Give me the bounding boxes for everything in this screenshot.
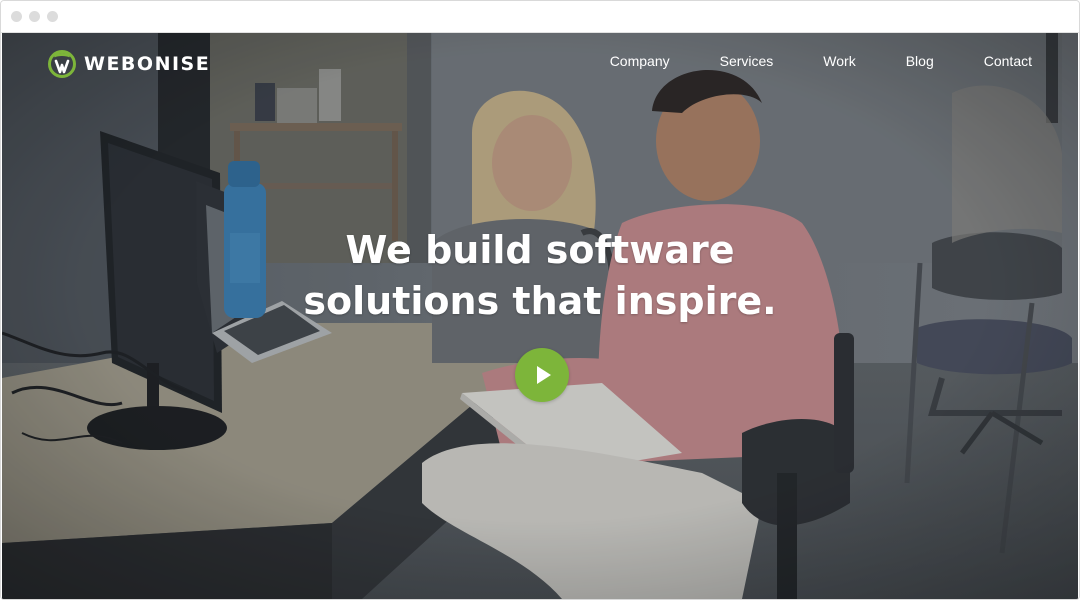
window-close-dot[interactable]: [11, 11, 22, 22]
webonise-logo-icon: [48, 50, 76, 78]
hero-section: WEBONISE Company Services Work Blog Cont…: [2, 33, 1078, 599]
site-logo[interactable]: WEBONISE: [48, 49, 210, 79]
hero-headline: We build software solutions that inspire…: [2, 225, 1078, 327]
nav-item-company[interactable]: Company: [610, 53, 670, 69]
nav-item-services[interactable]: Services: [720, 53, 774, 69]
browser-titlebar: [1, 1, 1079, 33]
main-navigation: Company Services Work Blog Contact: [610, 53, 1032, 69]
window-minimize-dot[interactable]: [29, 11, 40, 22]
hero-headline-line-1: We build software: [345, 228, 735, 272]
nav-item-work[interactable]: Work: [823, 53, 855, 69]
hero-headline-line-2: solutions that inspire.: [303, 279, 777, 323]
play-icon: [537, 366, 551, 384]
window-maximize-dot[interactable]: [47, 11, 58, 22]
browser-window: WEBONISE Company Services Work Blog Cont…: [0, 0, 1080, 600]
logo-wordmark: WEBONISE: [84, 53, 211, 75]
nav-item-contact[interactable]: Contact: [984, 53, 1032, 69]
play-video-button[interactable]: [515, 348, 569, 402]
nav-item-blog[interactable]: Blog: [906, 53, 934, 69]
